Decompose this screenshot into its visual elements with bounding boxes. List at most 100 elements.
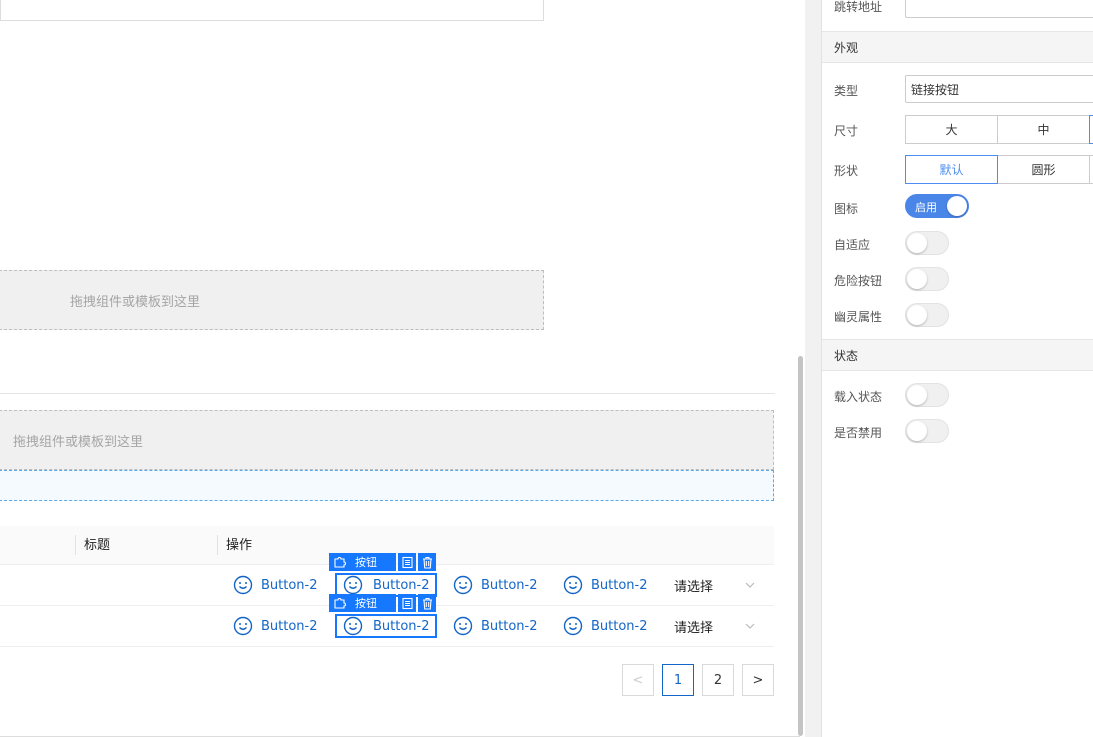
- component-type-tag[interactable]: 按钮: [329, 553, 396, 571]
- jump-url-label: 跳转地址: [834, 0, 883, 14]
- danger-toggle[interactable]: [905, 267, 949, 291]
- adaptive-toggle[interactable]: [905, 231, 949, 255]
- select-value: 请选择: [674, 620, 714, 636]
- link-button[interactable]: Button-2: [233, 565, 318, 605]
- section-appearance[interactable]: 外观: [822, 31, 1093, 63]
- chevron-down-icon: [745, 582, 755, 588]
- ghost-label: 幽灵属性: [834, 310, 883, 324]
- smile-icon: [453, 616, 473, 636]
- smile-icon: [563, 575, 583, 595]
- panel-gutter: [805, 0, 821, 737]
- drop-zone-text: 拖拽组件或模板到这里: [70, 294, 201, 310]
- component-toolbar: 按钮: [329, 553, 436, 571]
- column-header-actions: 操作: [226, 538, 253, 553]
- shape-option-default[interactable]: 默认: [905, 155, 998, 184]
- size-option-small[interactable]: [1089, 115, 1093, 144]
- button-label: Button-2: [373, 618, 430, 634]
- component-toolbar: 按钮: [329, 594, 436, 612]
- selected-container[interactable]: [0, 470, 774, 501]
- size-segmented: 大 中: [905, 115, 1093, 144]
- smile-icon: [233, 616, 253, 636]
- delete-button[interactable]: [418, 553, 436, 571]
- link-button[interactable]: Button-2: [563, 565, 648, 605]
- button-label: Button-2: [481, 577, 538, 593]
- chevron-down-icon: [745, 623, 755, 629]
- shape-segmented: 默认 圆形: [905, 155, 1093, 184]
- smile-icon: [343, 616, 363, 636]
- toggle-knob: [947, 196, 967, 216]
- size-option-medium[interactable]: 中: [997, 115, 1090, 144]
- link-button-selected[interactable]: Button-2: [335, 614, 437, 638]
- puzzle-icon: [334, 557, 346, 568]
- jump-url-input[interactable]: [905, 0, 1093, 18]
- component-type-label: 按钮: [355, 597, 377, 610]
- disabled-toggle[interactable]: [905, 419, 949, 443]
- button-label: Button-2: [261, 618, 318, 634]
- toggle-knob: [907, 421, 927, 441]
- toggle-knob: [907, 305, 927, 325]
- section-state[interactable]: 状态: [822, 339, 1093, 371]
- disabled-label: 是否禁用: [834, 426, 883, 440]
- button-label: Button-2: [591, 618, 648, 634]
- copy-icon: [401, 597, 413, 609]
- trash-icon: [422, 556, 432, 569]
- drop-zone[interactable]: 拖拽组件或模板到这里: [0, 410, 774, 470]
- prev-page-button[interactable]: <: [622, 664, 654, 696]
- toggle-knob: [907, 269, 927, 289]
- button-label: Button-2: [261, 577, 318, 593]
- select-dropdown[interactable]: 请选择: [674, 565, 764, 605]
- shape-option-round[interactable]: [1089, 155, 1093, 184]
- size-label: 尺寸: [834, 124, 859, 138]
- page-1-button[interactable]: 1: [662, 664, 694, 696]
- toggle-knob: [907, 233, 927, 253]
- icon-toggle[interactable]: 启用: [905, 194, 969, 218]
- column-header-title: 标题: [84, 538, 111, 553]
- danger-label: 危险按钮: [834, 274, 883, 288]
- puzzle-icon: [334, 598, 346, 609]
- component-type-label: 按钮: [355, 556, 377, 569]
- type-label: 类型: [834, 84, 859, 98]
- icon-label: 图标: [834, 202, 859, 216]
- trash-icon: [422, 597, 432, 610]
- size-option-large[interactable]: 大: [905, 115, 998, 144]
- link-button[interactable]: Button-2: [453, 606, 538, 646]
- next-page-button[interactable]: >: [742, 664, 774, 696]
- divider: [0, 393, 775, 394]
- link-button[interactable]: Button-2: [563, 606, 648, 646]
- select-dropdown[interactable]: 请选择: [674, 606, 764, 646]
- scrollbar-thumb[interactable]: [798, 356, 803, 736]
- drop-zone[interactable]: 拖拽组件或模板到这里: [0, 270, 544, 330]
- drop-zone-text: 拖拽组件或模板到这里: [13, 434, 144, 450]
- smile-icon: [343, 575, 363, 595]
- copy-button[interactable]: [398, 594, 416, 612]
- button-label: Button-2: [373, 577, 430, 593]
- property-panel: 跳转地址 外观 类型 链接按钮 尺寸 大 中 形状 默认 圆形 图标 启用 自适…: [821, 0, 1093, 737]
- pagination: < 1 2 >: [622, 664, 774, 696]
- component-type-tag[interactable]: 按钮: [329, 594, 396, 612]
- table-row: Button-2 Button-2 Button-2 Button-2 请选择: [0, 606, 774, 647]
- button-label: Button-2: [591, 577, 648, 593]
- column-divider: [75, 535, 76, 555]
- smile-icon: [563, 616, 583, 636]
- delete-button[interactable]: [418, 594, 436, 612]
- column-divider: [217, 535, 218, 555]
- loading-toggle[interactable]: [905, 383, 949, 407]
- smile-icon: [453, 575, 473, 595]
- select-value: 请选择: [674, 579, 714, 595]
- smile-icon: [233, 575, 253, 595]
- type-select[interactable]: 链接按钮: [905, 75, 1093, 103]
- link-button[interactable]: Button-2: [453, 565, 538, 605]
- button-label: Button-2: [481, 618, 538, 634]
- link-button[interactable]: Button-2: [233, 606, 318, 646]
- copy-icon: [401, 556, 413, 568]
- form-field-frame: [0, 0, 544, 21]
- copy-button[interactable]: [398, 553, 416, 571]
- adaptive-label: 自适应: [834, 238, 871, 252]
- shape-option-circle[interactable]: 圆形: [997, 155, 1090, 184]
- page-2-button[interactable]: 2: [702, 664, 734, 696]
- ghost-toggle[interactable]: [905, 303, 949, 327]
- toggle-knob: [907, 385, 927, 405]
- loading-label: 载入状态: [834, 390, 883, 404]
- toggle-text: 启用: [915, 201, 937, 214]
- shape-label: 形状: [834, 164, 859, 178]
